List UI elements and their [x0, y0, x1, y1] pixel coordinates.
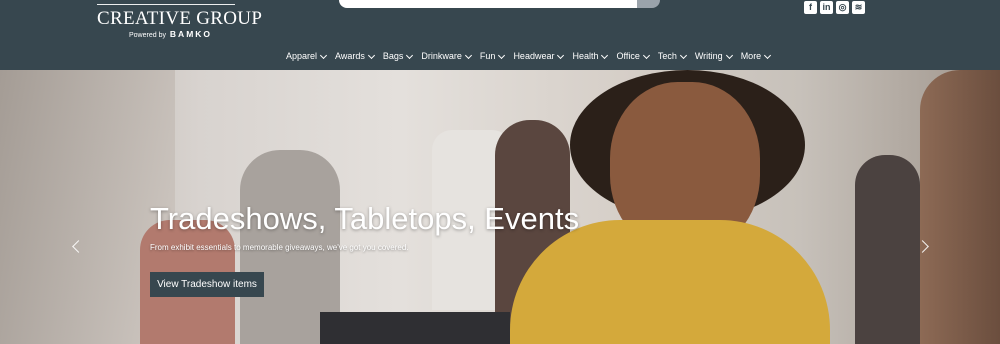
- hero-photo-yellow-sweater: [510, 220, 830, 344]
- view-tradeshow-items-button[interactable]: View Tradeshow items: [150, 272, 264, 297]
- nav-item-label: Tech: [657, 51, 677, 61]
- nav-item-label: Fun: [479, 51, 496, 61]
- nav-item-tech[interactable]: Tech: [657, 51, 687, 61]
- nav-item-label: Writing: [694, 51, 723, 61]
- chevron-down-icon: [367, 51, 375, 59]
- nav-item-label: Office: [616, 51, 640, 61]
- facebook-icon[interactable]: f: [804, 1, 817, 14]
- search-input[interactable]: [339, 0, 639, 8]
- main-nav: Apparel Awards Bags Drinkware Fun Headwe…: [286, 51, 772, 61]
- hero-title: Tradeshows, Tabletops, Events: [150, 201, 580, 236]
- chevron-down-icon: [725, 51, 733, 59]
- nav-item-label: Headwear: [513, 51, 555, 61]
- chevron-down-icon: [764, 51, 772, 59]
- nav-item-fun[interactable]: Fun: [479, 51, 506, 61]
- nav-item-bags[interactable]: Bags: [382, 51, 414, 61]
- nav-item-awards[interactable]: Awards: [335, 51, 375, 61]
- hero-photo-right-woman: [855, 155, 920, 344]
- logo-tagline: Powered by BAMKO: [129, 29, 212, 39]
- nav-item-apparel[interactable]: Apparel: [286, 51, 328, 61]
- hero-photo-right-hand: [920, 70, 1000, 344]
- nav-item-drinkware[interactable]: Drinkware: [421, 51, 472, 61]
- search-bar: [339, 0, 660, 8]
- site-header: CREATIVE GROUP Powered by BAMKO f in ◎ ≋…: [0, 0, 1000, 70]
- hero-photo-table: [320, 312, 510, 344]
- nav-item-more[interactable]: More: [740, 51, 772, 61]
- nav-item-label: More: [740, 51, 762, 61]
- linkedin-icon[interactable]: in: [820, 1, 833, 14]
- nav-item-label: Health: [572, 51, 599, 61]
- logo-rule: [97, 4, 235, 5]
- social-links: f in ◎ ≋: [804, 1, 865, 15]
- logo-powered-by: Powered by: [129, 32, 166, 39]
- chevron-down-icon: [319, 51, 328, 59]
- chevron-down-icon: [601, 51, 609, 59]
- nav-item-writing[interactable]: Writing: [694, 51, 733, 61]
- search-button[interactable]: [637, 0, 660, 8]
- rss-icon[interactable]: ≋: [852, 1, 865, 14]
- chevron-down-icon: [679, 51, 687, 59]
- nav-item-headwear[interactable]: Headwear: [513, 51, 565, 61]
- chevron-down-icon: [406, 51, 414, 59]
- nav-item-label: Drinkware: [421, 51, 462, 61]
- nav-item-label: Awards: [335, 51, 365, 61]
- nav-item-office[interactable]: Office: [616, 51, 650, 61]
- hero-subtitle: From exhibit essentials to memorable giv…: [150, 243, 409, 252]
- nav-item-label: Bags: [382, 51, 404, 61]
- chevron-down-icon: [498, 51, 506, 59]
- logo-brand: BAMKO: [169, 29, 213, 39]
- chevron-down-icon: [464, 51, 472, 59]
- nav-item-label: Apparel: [286, 51, 318, 61]
- chevron-down-icon: [557, 51, 565, 59]
- nav-item-health[interactable]: Health: [572, 51, 609, 61]
- instagram-icon[interactable]: ◎: [836, 1, 849, 14]
- chevron-down-icon: [642, 51, 650, 59]
- logo-wordmark: CREATIVE GROUP: [97, 8, 263, 29]
